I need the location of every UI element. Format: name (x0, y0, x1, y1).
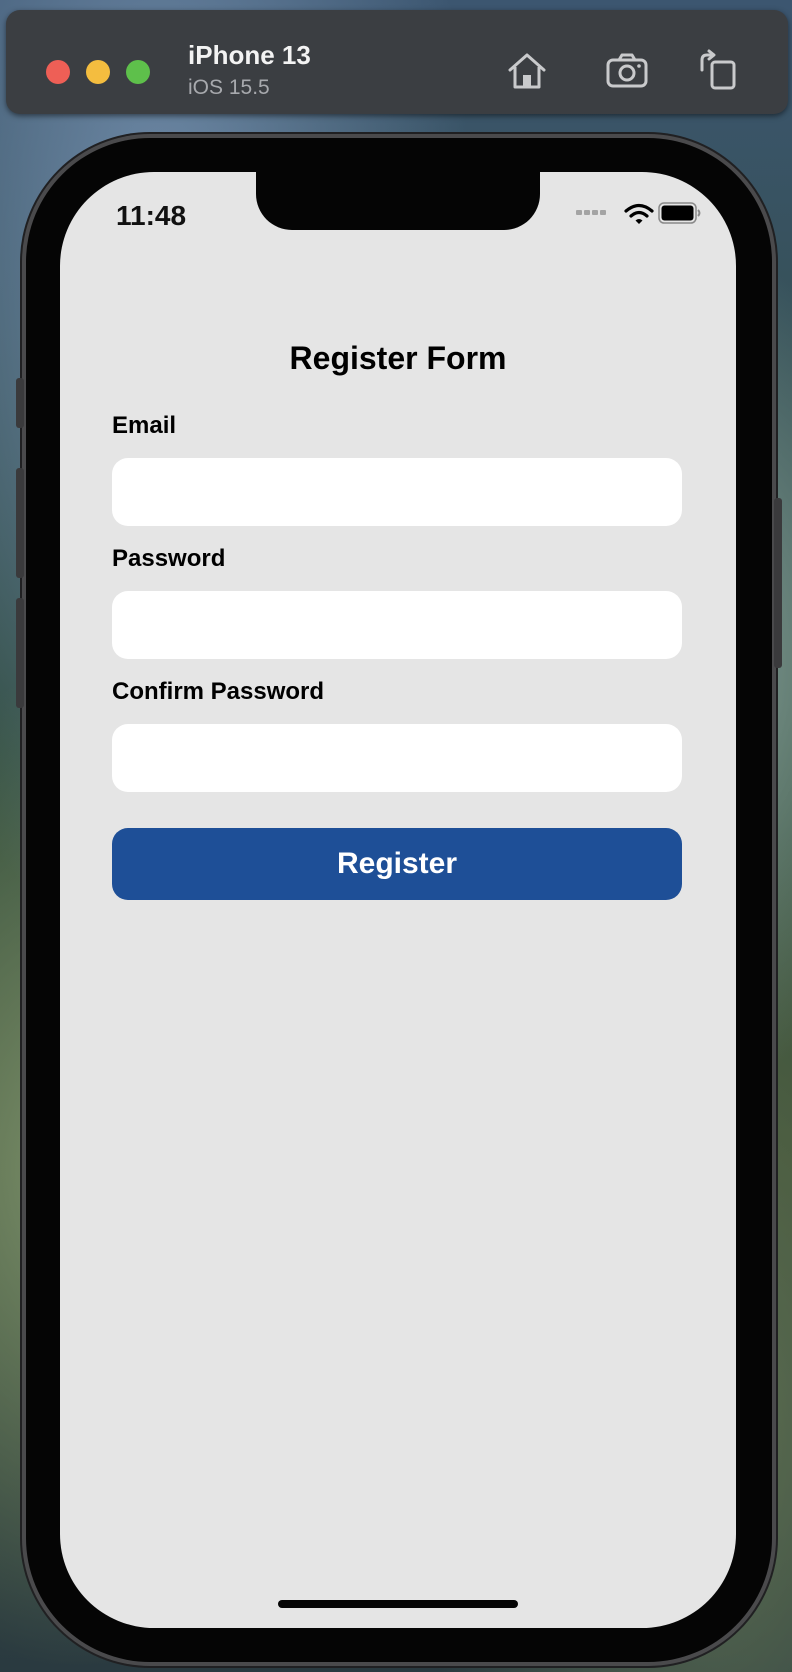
status-icons (576, 202, 706, 232)
iphone-frame: 11:48 Register Form Email Password Confi… (16, 138, 782, 1662)
confirm-password-label: Confirm Password (112, 678, 325, 705)
volume-up-button (16, 468, 24, 578)
minimize-window-button[interactable] (86, 60, 110, 84)
power-button (774, 498, 782, 668)
email-field[interactable] (112, 458, 682, 526)
password-label: Password (112, 545, 226, 572)
confirm-password-field[interactable] (112, 724, 682, 792)
notch (256, 172, 540, 230)
register-button[interactable]: Register (112, 828, 682, 900)
app-screen: 11:48 Register Form Email Password Confi… (60, 172, 736, 1628)
device-name: iPhone 13 (188, 40, 311, 70)
home-icon[interactable] (504, 48, 550, 94)
cellular-icon (576, 202, 608, 220)
zoom-window-button[interactable] (126, 60, 150, 84)
page-title: Register Form (289, 340, 507, 376)
volume-down-button (16, 598, 24, 708)
os-version: iOS 15.5 (188, 76, 270, 99)
ringer-switch (16, 378, 24, 428)
simulator-title-bar: iPhone 13 iOS 15.5 (6, 10, 788, 114)
rotate-icon[interactable] (696, 48, 742, 94)
close-window-button[interactable] (46, 60, 70, 84)
battery-icon (658, 202, 702, 229)
wifi-icon (624, 202, 654, 231)
status-time: 11:48 (116, 200, 187, 231)
email-label: Email (112, 412, 177, 439)
screenshot-icon[interactable] (604, 48, 650, 94)
password-field[interactable] (112, 591, 682, 659)
home-indicator[interactable] (278, 1600, 518, 1608)
